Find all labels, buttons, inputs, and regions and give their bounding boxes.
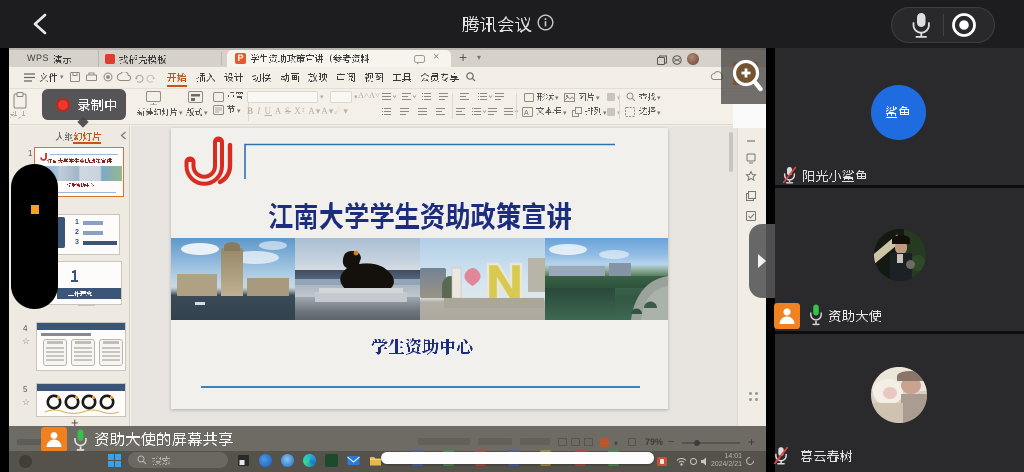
svg-text:A: A [524, 110, 529, 117]
